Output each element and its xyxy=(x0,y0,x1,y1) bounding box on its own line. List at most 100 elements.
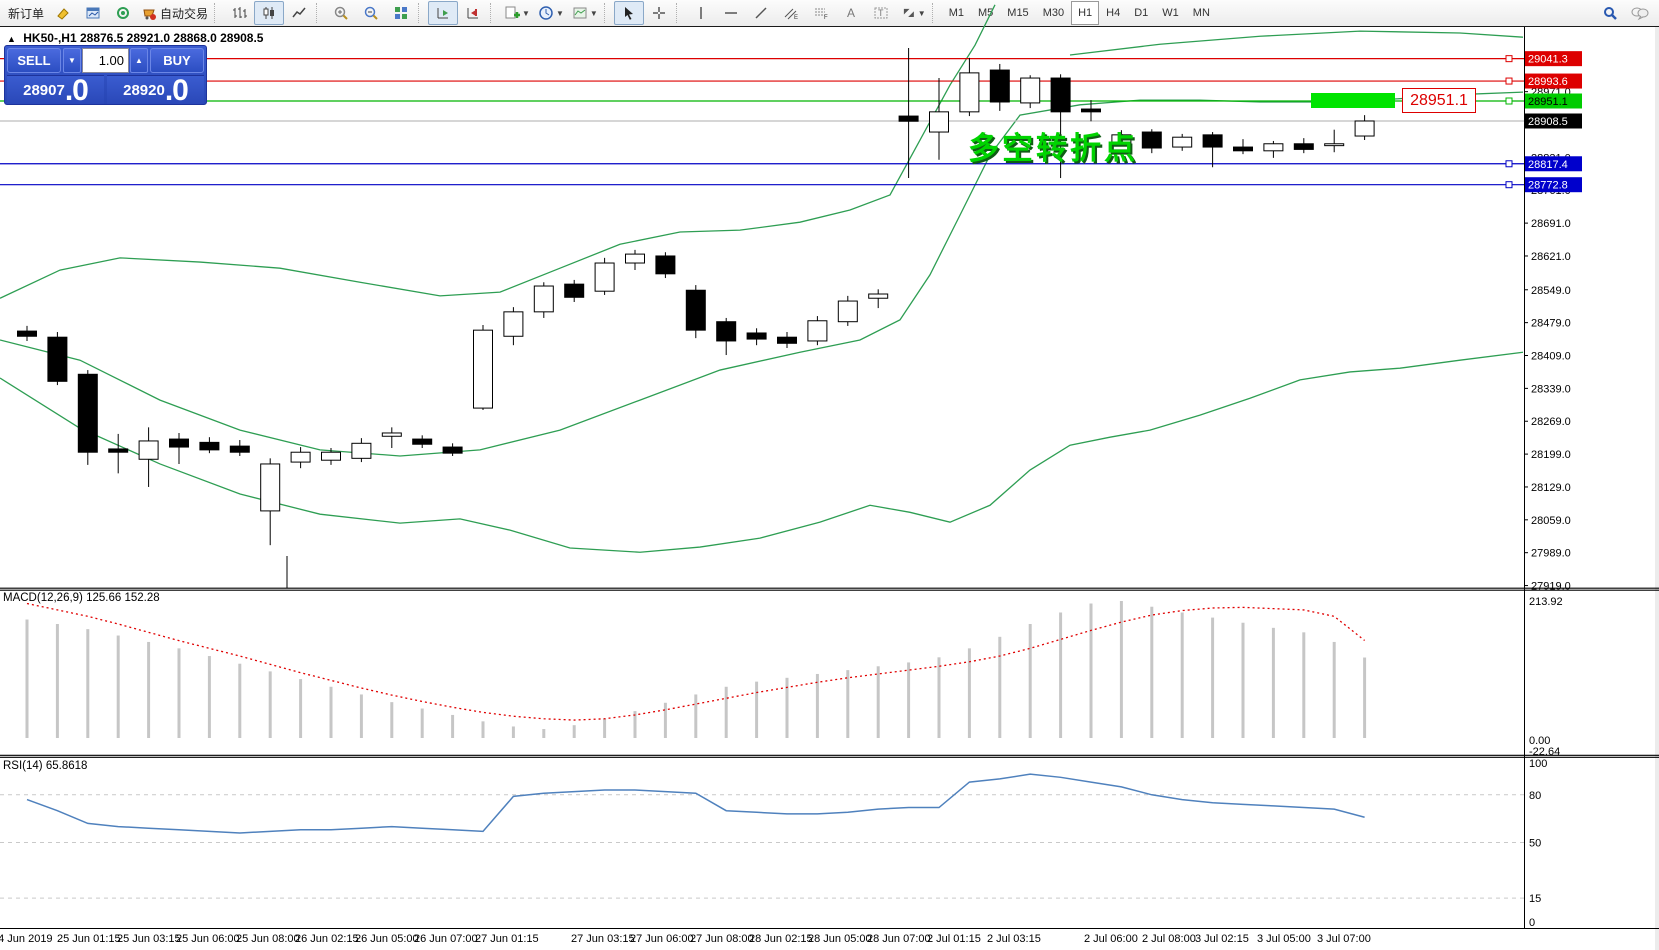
candle-body xyxy=(656,256,675,274)
macd-bar xyxy=(451,715,454,738)
candle-body xyxy=(139,441,158,459)
candle-body xyxy=(200,442,219,450)
date-label: 27 Jun 06:00 xyxy=(630,933,694,945)
macd-bar xyxy=(877,666,880,738)
date-label: 26 Jun 05:00 xyxy=(355,933,419,945)
volume-increase-button[interactable]: ▲ xyxy=(130,48,148,73)
rsi-scale-0: 0 xyxy=(1529,917,1535,929)
candle-body xyxy=(930,112,949,132)
collapse-arrow-icon[interactable]: ▲ xyxy=(7,34,16,44)
candle-body xyxy=(443,447,462,453)
axis-tick-label: 28409.0 xyxy=(1531,351,1571,363)
candle-body xyxy=(504,312,523,336)
hline-handle[interactable] xyxy=(1506,78,1512,84)
macd-indicator-label: MACD(12,26,9) 125.66 152.28 xyxy=(3,592,160,604)
date-label: 25 Jun 06:00 xyxy=(176,933,240,945)
volume-decrease-button[interactable]: ▼ xyxy=(63,48,81,73)
macd-bar xyxy=(269,671,272,738)
candle-body xyxy=(230,446,249,452)
axis-tick-label: 28129.0 xyxy=(1531,482,1571,494)
macd-bar xyxy=(512,726,515,738)
macd-name: MACD(12,26,9) xyxy=(3,592,83,604)
buy-button[interactable]: BUY xyxy=(150,48,204,73)
candle-body xyxy=(18,331,37,336)
macd-bar xyxy=(907,662,910,738)
date-label: 24 Jun 2019 xyxy=(0,933,53,945)
candle-body xyxy=(808,321,827,341)
macd-bar xyxy=(86,629,89,738)
axis-tick-label: 28549.0 xyxy=(1531,285,1571,297)
macd-bar xyxy=(1363,658,1366,738)
hline-handle[interactable] xyxy=(1506,56,1512,62)
chart-text-annotation[interactable]: 多空转折点 xyxy=(968,123,1138,168)
date-label: 2 Jul 03:15 xyxy=(987,933,1041,945)
candle-body xyxy=(170,439,189,447)
macd-bar xyxy=(938,657,941,738)
macd-current-values: 125.66 152.28 xyxy=(86,592,160,604)
candle-body xyxy=(1021,78,1040,103)
macd-bar xyxy=(998,637,1001,738)
date-label: 26 Jun 07:00 xyxy=(414,933,478,945)
candle-body xyxy=(869,294,888,298)
macd-bar xyxy=(542,729,545,738)
buy-price-main: 28920 xyxy=(123,78,165,104)
macd-bar xyxy=(664,703,667,738)
hline-handle[interactable] xyxy=(1506,161,1512,167)
price-label-object[interactable]: 28951.1 xyxy=(1402,88,1476,113)
candle-body xyxy=(626,254,645,263)
rsi-name: RSI(14) xyxy=(3,760,43,772)
rsi-scale-100: 100 xyxy=(1529,758,1547,770)
rsi-scale-15: 15 xyxy=(1529,893,1541,905)
macd-bar xyxy=(755,682,758,738)
macd-bar xyxy=(330,687,333,738)
macd-bar xyxy=(117,636,120,738)
chart-title: ▲ HK50-,H1 28876.5 28921.0 28868.0 28908… xyxy=(7,31,263,45)
macd-bar xyxy=(482,721,485,738)
date-label: 2 Jul 01:15 xyxy=(927,933,981,945)
candle-body xyxy=(1142,132,1161,148)
macd-bar xyxy=(1090,604,1093,738)
candle-body xyxy=(717,322,736,341)
macd-bar xyxy=(299,679,302,738)
axis-tick-label: 28269.0 xyxy=(1531,416,1571,428)
axis-price-badge-label: 28817.4 xyxy=(1528,159,1568,171)
candle-body xyxy=(838,301,857,322)
sell-price-button[interactable]: 28907 .0 xyxy=(7,75,104,104)
axis-tick-label: 28339.0 xyxy=(1531,383,1571,395)
macd-scale-max: 213.92 xyxy=(1529,596,1563,608)
date-label: 25 Jun 08:00 xyxy=(236,933,300,945)
axis-tick-label: 28621.0 xyxy=(1531,251,1571,263)
macd-bar xyxy=(816,674,819,738)
axis-price-badge-label: 28951.1 xyxy=(1528,96,1568,108)
candle-body xyxy=(261,464,280,511)
chart-canvas: 28971.028901.028831.028761.028691.028621… xyxy=(0,0,1659,950)
candle-body xyxy=(48,337,67,381)
sell-label: SELL xyxy=(17,53,50,68)
volume-input[interactable]: 1.00 xyxy=(82,48,129,73)
sell-button[interactable]: SELL xyxy=(7,48,61,73)
macd-bar xyxy=(725,687,728,738)
candle-body xyxy=(1082,109,1101,112)
candle-body xyxy=(747,333,766,339)
date-label: 3 Jul 02:15 xyxy=(1195,933,1249,945)
candle-body xyxy=(1173,137,1192,147)
candle-body xyxy=(534,286,553,312)
highlight-rectangle-object[interactable] xyxy=(1311,93,1395,108)
macd-bar xyxy=(360,694,363,738)
axis-price-badge-label: 28772.8 xyxy=(1528,180,1568,192)
candle-body xyxy=(1051,78,1070,112)
date-label: 3 Jul 07:00 xyxy=(1317,933,1371,945)
hline-handle[interactable] xyxy=(1506,182,1512,188)
hline-handle[interactable] xyxy=(1506,98,1512,104)
macd-bar xyxy=(1242,623,1245,738)
candle-body xyxy=(291,452,310,462)
buy-price-button[interactable]: 28920 .0 xyxy=(107,75,204,104)
ohlc-readout: 28876.5 28921.0 28868.0 28908.5 xyxy=(80,31,264,45)
spin-down-icon: ▼ xyxy=(68,56,76,65)
candle-body xyxy=(565,284,584,297)
bollinger-upper_right-band xyxy=(1070,31,1523,55)
axis-price-badge-label: 29041.3 xyxy=(1528,54,1568,66)
macd-bar xyxy=(1181,612,1184,738)
axis-price-badge-label: 28993.6 xyxy=(1528,76,1568,88)
candle-body xyxy=(1203,135,1222,147)
